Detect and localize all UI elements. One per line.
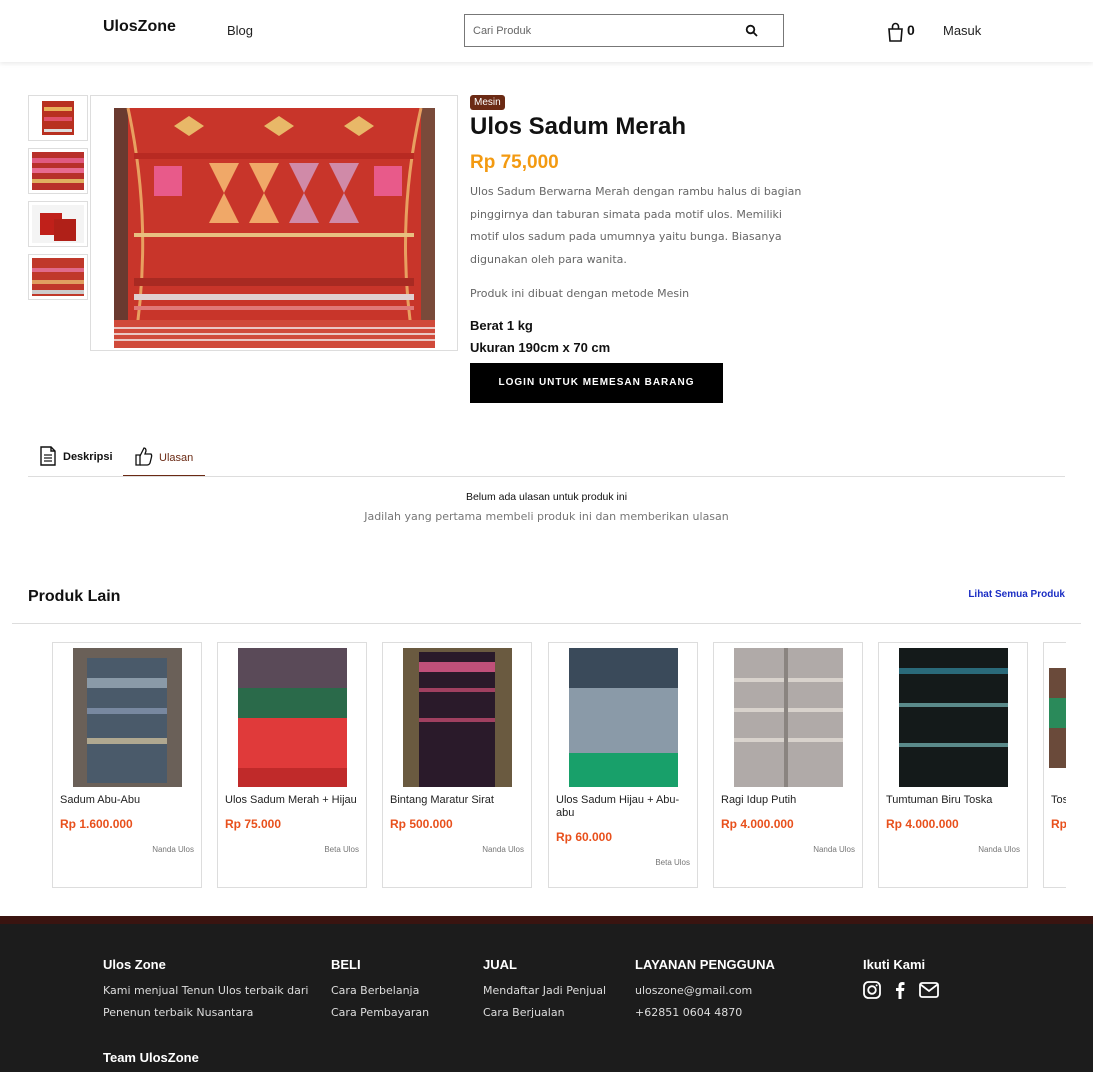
header: UlosZone Blog 0 Masuk <box>0 0 1093 62</box>
product-card-image <box>238 648 347 787</box>
product-card-shop: Nanda Ulos <box>152 845 194 854</box>
product-card-price: Rp 4.000.000 <box>886 817 959 831</box>
product-method: Produk ini dibuat dengan metode Mesin <box>470 287 690 300</box>
product-thumbnail-image <box>32 258 84 296</box>
footer: Ulos Zone Kami menjual Tenun Ulos terbai… <box>0 916 1093 1072</box>
search-icon[interactable] <box>745 24 759 38</box>
gallery-thumbnail[interactable] <box>28 201 88 247</box>
footer-about-line1: Kami menjual Tenun Ulos terbaik dari <box>103 984 309 997</box>
product-card-shop: Nanda Ulos <box>813 845 855 854</box>
search-box <box>464 14 784 47</box>
gallery-thumbnail[interactable] <box>28 254 88 300</box>
product-card-name: Ragi Idup Putih <box>721 794 797 806</box>
gallery-thumbnail[interactable] <box>28 148 88 194</box>
product-card[interactable]: Sadum Abu-Abu Rp 1.600.000 Nanda Ulos <box>52 642 202 888</box>
cart-count: 0 <box>907 22 915 38</box>
product-card[interactable]: Ulos Sadum Hijau + Abu-abu Rp 60.000 Bet… <box>548 642 698 888</box>
tab-description[interactable]: Deskripsi <box>39 446 113 477</box>
product-type-badge: Mesin <box>470 95 505 110</box>
product-card-price: Rp <box>1051 817 1066 831</box>
product-card-image <box>734 648 843 787</box>
product-title: Ulos Sadum Merah <box>470 113 687 140</box>
product-card-image <box>569 648 678 787</box>
product-carousel[interactable]: Sadum Abu-Abu Rp 1.600.000 Nanda Ulos Ul… <box>52 642 1066 890</box>
no-review-subtitle: Jadilah yang pertama membeli produk ini … <box>364 510 729 523</box>
footer-how-to-pay-link[interactable]: Cara Pembayaran <box>331 1006 429 1019</box>
footer-buy-title: BELI <box>331 957 361 972</box>
product-card-name: Bintang Maratur Sirat <box>390 794 494 806</box>
product-card-price: Rp 500.000 <box>390 817 453 831</box>
product-card[interactable]: Tumtuman Biru Toska Rp 4.000.000 Nanda U… <box>878 642 1028 888</box>
facebook-icon[interactable] <box>890 980 910 1000</box>
footer-about-title: Ulos Zone <box>103 957 166 972</box>
tabs-divider <box>28 476 1065 477</box>
ulos-fabric-image <box>114 108 435 348</box>
footer-how-to-sell-link[interactable]: Cara Berjualan <box>483 1006 565 1019</box>
product-card-shop: Nanda Ulos <box>482 845 524 854</box>
product-card-name: Ulos Sadum Merah + Hijau <box>225 794 357 806</box>
product-card-name: Tos <box>1051 794 1066 806</box>
login-link[interactable]: Masuk <box>943 23 981 38</box>
product-card-shop: Nanda Ulos <box>978 845 1020 854</box>
product-card-price: Rp 75.000 <box>225 817 282 831</box>
cart-icon <box>888 22 903 42</box>
product-price: Rp 75,000 <box>470 152 559 173</box>
tab-description-label: Deskripsi <box>63 451 113 463</box>
product-thumbnail-image <box>32 99 84 137</box>
other-products-title: Produk Lain <box>28 588 121 605</box>
product-size: Ukuran 190cm x 70 cm <box>470 340 611 355</box>
tab-reviews-label: Ulasan <box>159 452 194 464</box>
site-logo[interactable]: UlosZone <box>103 18 176 36</box>
footer-how-to-shop-link[interactable]: Cara Berbelanja <box>331 984 419 997</box>
search-input[interactable] <box>465 15 735 46</box>
tab-reviews[interactable]: Ulasan <box>123 446 205 477</box>
footer-register-seller-link[interactable]: Mendaftar Jadi Penjual <box>483 984 606 997</box>
gallery-thumbnail[interactable] <box>28 95 88 141</box>
product-card[interactable]: Ragi Idup Putih Rp 4.000.000 Nanda Ulos <box>713 642 863 888</box>
cart-button[interactable]: 0 <box>887 21 919 43</box>
other-products-divider <box>12 623 1081 624</box>
document-icon <box>40 446 56 466</box>
product-card-price: Rp 4.000.000 <box>721 817 794 831</box>
product-card-image <box>73 648 182 787</box>
nav-blog-link[interactable]: Blog <box>227 23 253 38</box>
thumbs-up-icon <box>135 447 153 466</box>
product-card-shop: Beta Ulos <box>324 845 359 854</box>
product-thumbnail-image <box>32 152 84 190</box>
product-card-name: Sadum Abu-Abu <box>60 794 141 806</box>
product-card-name: Tumtuman Biru Toska <box>886 794 993 806</box>
login-to-order-button[interactable]: LOGIN UNTUK MEMESAN BARANG <box>470 363 723 403</box>
product-card-image <box>899 648 1008 787</box>
product-description: Ulos Sadum Berwarna Merah dengan rambu h… <box>470 185 802 266</box>
product-thumbnail-image <box>32 205 84 243</box>
instagram-icon[interactable] <box>862 980 882 1000</box>
footer-service-title: LAYANAN PENGGUNA <box>635 957 775 972</box>
product-main-image <box>90 95 458 351</box>
product-card-name: Ulos Sadum Hijau + Abu-abu <box>556 794 680 819</box>
product-card-shop: Beta Ulos <box>655 858 690 867</box>
product-card[interactable]: Tos Rp <box>1043 642 1066 888</box>
product-card-price: Rp 60.000 <box>556 830 613 844</box>
footer-phone: +62851 0604 4870 <box>635 1006 743 1019</box>
product-card[interactable]: Ulos Sadum Merah + Hijau Rp 75.000 Beta … <box>217 642 367 888</box>
footer-team: Team UlosZone <box>103 1050 199 1065</box>
no-review-title: Belum ada ulasan untuk produk ini <box>465 491 628 503</box>
footer-follow-title: Ikuti Kami <box>863 957 926 972</box>
footer-about-line2: Penenun terbaik Nusantara <box>103 1006 254 1019</box>
product-weight: Berat 1 kg <box>470 318 533 333</box>
product-card[interactable]: Bintang Maratur Sirat Rp 500.000 Nanda U… <box>382 642 532 888</box>
mail-icon[interactable] <box>918 980 940 1000</box>
product-card-price: Rp 1.600.000 <box>60 817 133 831</box>
product-card-image <box>1049 648 1066 787</box>
footer-email-link[interactable]: uloszone@gmail.com <box>635 984 752 997</box>
see-all-products-link[interactable]: Lihat Semua Produk <box>968 589 1065 600</box>
product-card-image <box>403 648 512 787</box>
footer-sell-title: JUAL <box>483 957 517 972</box>
